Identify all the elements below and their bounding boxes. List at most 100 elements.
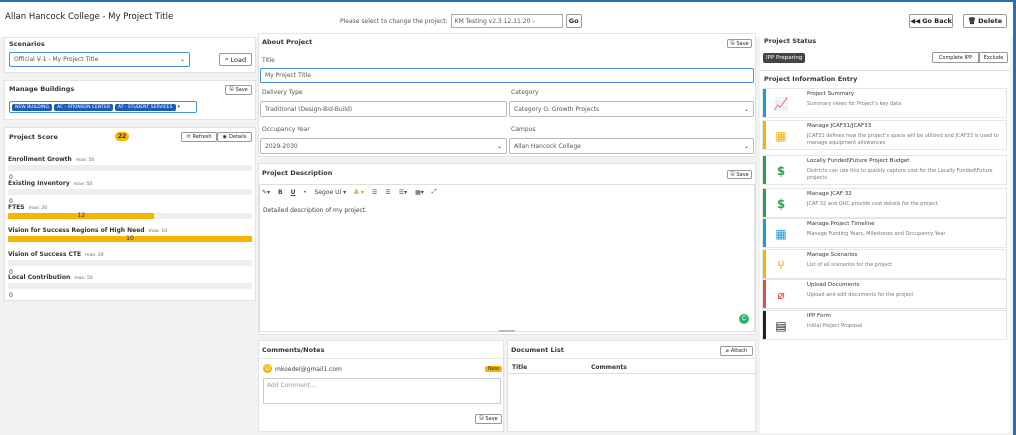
- app-title: Allan Hancock College - My Project Title: [5, 12, 174, 22]
- table-icon[interactable]: ▦▾: [415, 189, 424, 196]
- fullscreen-icon[interactable]: ⤢: [432, 188, 437, 196]
- title-label: Title: [262, 57, 275, 64]
- chart-line-icon: 📈: [773, 97, 789, 111]
- delivery-type-select[interactable]: Traditional (Design-Bid-Build): [260, 101, 507, 117]
- complete-ipp-button[interactable]: Complete IPP: [932, 52, 979, 63]
- refresh-button[interactable]: ⟳ Refresh: [181, 132, 217, 142]
- divider: [508, 358, 757, 359]
- paint-icon[interactable]: ✎▾: [262, 189, 270, 196]
- score-item-max: max: 50: [74, 276, 93, 281]
- dollar-icon: $: [776, 197, 786, 211]
- go-button[interactable]: Go: [565, 14, 582, 28]
- entry-accent: [763, 156, 766, 184]
- info-entry-item[interactable]: ⑂ Manage Scenarios List of all scenarios f…: [762, 249, 1007, 279]
- info-entry-item[interactable]: ▤ IPP Form Initial Project Proposal: [762, 310, 1007, 340]
- entry-accent: [763, 280, 766, 308]
- entry-title[interactable]: IPP Form: [807, 313, 831, 319]
- entry-section-title: Project Information Entry: [764, 75, 858, 83]
- entry-description: JCAF31 defines how the project's space w…: [807, 133, 999, 146]
- score-item-name: Local Contribution max: 50: [8, 274, 93, 281]
- buildings-title: Manage Buildings: [9, 85, 75, 93]
- scenario-dropdown[interactable]: Official V-1 - My Project Title ⌄: [9, 52, 190, 67]
- grammar-icon[interactable]: C: [739, 314, 749, 324]
- entry-description: Districts can use this to quickly captur…: [807, 168, 993, 181]
- underline-icon[interactable]: U: [291, 189, 296, 196]
- entry-accent: [763, 250, 766, 278]
- campus-select[interactable]: Allan Hancock College ⌄: [509, 138, 754, 154]
- score-item-max: max: 50: [73, 182, 93, 187]
- entry-title[interactable]: Manage JCAF31/JCAF33: [807, 123, 871, 129]
- ordered-list-icon[interactable]: ☰: [385, 189, 390, 196]
- entry-title[interactable]: Manage Project Timeline: [807, 221, 875, 227]
- building-tag[interactable]: AC - ATKINSON CENTER: [53, 103, 113, 111]
- floppy-icon: 🖫: [730, 39, 735, 46]
- delete-button[interactable]: 🗑 Delete: [963, 14, 1007, 28]
- entry-description: List of all scenarios for the project: [807, 262, 893, 268]
- divider: [760, 70, 1010, 71]
- entry-description: Manage Funding Years, Milestones and Occ…: [807, 231, 946, 237]
- details-button[interactable]: ◉ Details: [217, 132, 252, 142]
- list-icon[interactable]: ☰: [372, 189, 377, 196]
- trash-icon: 🗑: [967, 17, 977, 25]
- comment-user: mkoedel@gmail1.com: [275, 366, 342, 373]
- entry-title[interactable]: Upload Documents: [807, 282, 859, 288]
- score-item: Enrollment Growth max: 50 0: [8, 156, 252, 181]
- entry-title[interactable]: Manage JCAF 32: [807, 191, 852, 197]
- load-button[interactable]: ⌕ Load: [219, 53, 252, 66]
- align-icon[interactable]: ☰▾: [399, 189, 407, 196]
- top-bar: Allan Hancock College - My Project Title…: [0, 0, 1016, 37]
- info-entry-item[interactable]: 📈 Project Summary Summary views for Projec…: [762, 88, 1007, 118]
- description-save-button[interactable]: 🖫 Save: [727, 170, 752, 179]
- entry-description: Upload and edit documents for the projec…: [807, 292, 914, 298]
- entry-accent: [763, 189, 766, 217]
- entry-title[interactable]: Locally Funded\Future Project Budget: [807, 158, 909, 164]
- info-entry-item[interactable]: ▦ Manage JCAF31/JCAF33 JCAF31 defines how …: [762, 120, 1007, 150]
- info-entry-item[interactable]: $ Locally Funded\Future Project Budget Dis…: [762, 155, 1007, 185]
- score-item: Existing Inventory max: 50 0: [8, 180, 252, 205]
- description-text[interactable]: Detailed description of my project.: [263, 207, 367, 214]
- info-entry-item[interactable]: ▦ Manage Project Timeline Manage Funding Y…: [762, 218, 1007, 248]
- chevron-down-icon: ⌄: [743, 142, 749, 150]
- eye-icon: ◉: [222, 134, 228, 140]
- score-item-max: max: 20: [28, 206, 48, 211]
- entry-title[interactable]: Manage Scenarios: [807, 252, 857, 258]
- column-header-title: Title: [512, 364, 528, 371]
- building-tag[interactable]: AT - STUDENT SERVICES: [114, 103, 176, 111]
- category-select[interactable]: Category G: Growth Projects ⌄: [509, 101, 754, 117]
- comment-save-button[interactable]: 🖫 Save: [475, 414, 502, 424]
- entry-title[interactable]: Project Summary: [807, 91, 854, 97]
- brush-icon[interactable]: ⁌: [304, 189, 307, 196]
- score-bar: 0: [8, 283, 252, 299]
- chevron-down-icon: ⌄: [179, 56, 185, 63]
- calendar-icon: ▦: [775, 227, 787, 241]
- title-input[interactable]: My Project Title: [260, 68, 754, 83]
- user-avatar-icon: ☺: [263, 364, 272, 373]
- building-tag[interactable]: NEW BUILDING: [12, 103, 52, 111]
- about-panel: About Project 🖫 Save Title My Project Tit…: [258, 33, 756, 157]
- buildings-multiselect[interactable]: NEW BUILDING AC - ATKINSON CENTER AT - S…: [9, 101, 197, 113]
- go-back-button[interactable]: ◀◀ Go Back: [909, 14, 953, 28]
- floppy-icon: 🖫: [730, 170, 735, 177]
- score-bar: 0: [8, 189, 252, 205]
- bold-icon[interactable]: B: [278, 189, 283, 196]
- entry-accent: [763, 219, 766, 247]
- chevron-down-icon: ▾: [177, 104, 181, 110]
- score-item-name: Enrollment Growth max: 50: [8, 156, 95, 163]
- occupancy-year-select[interactable]: 2029-2030 ⌄: [260, 138, 507, 154]
- exclude-button[interactable]: Exclude: [979, 52, 1008, 63]
- font-family-select[interactable]: Segoe UI ▾: [315, 189, 347, 196]
- info-entry-item[interactable]: ⌀ Upload Documents Upload and edit documen…: [762, 279, 1007, 309]
- comment-textarea[interactable]: Add Comment....: [263, 378, 501, 404]
- score-item-max: max: 10: [148, 229, 168, 234]
- info-entry-item[interactable]: $ Manage JCAF 32 JCAF 32 and QUC provide c…: [762, 188, 1007, 218]
- entry-accent: [763, 89, 766, 117]
- attach-button[interactable]: ⌀ Attach: [720, 346, 753, 356]
- project-dropdown[interactable]: KM Testing v2.3 12.11.20 -: [450, 14, 563, 28]
- font-color-icon[interactable]: A ▾: [354, 189, 364, 196]
- dollar-icon: $: [776, 164, 786, 178]
- resize-handle[interactable]: [499, 330, 515, 332]
- floppy-icon: 🖫: [479, 415, 484, 421]
- about-save-button[interactable]: 🖫 Save: [727, 39, 752, 48]
- buildings-save-button[interactable]: 🖫 Save: [225, 85, 252, 95]
- project-select-label: Please select to change the project:: [340, 17, 448, 25]
